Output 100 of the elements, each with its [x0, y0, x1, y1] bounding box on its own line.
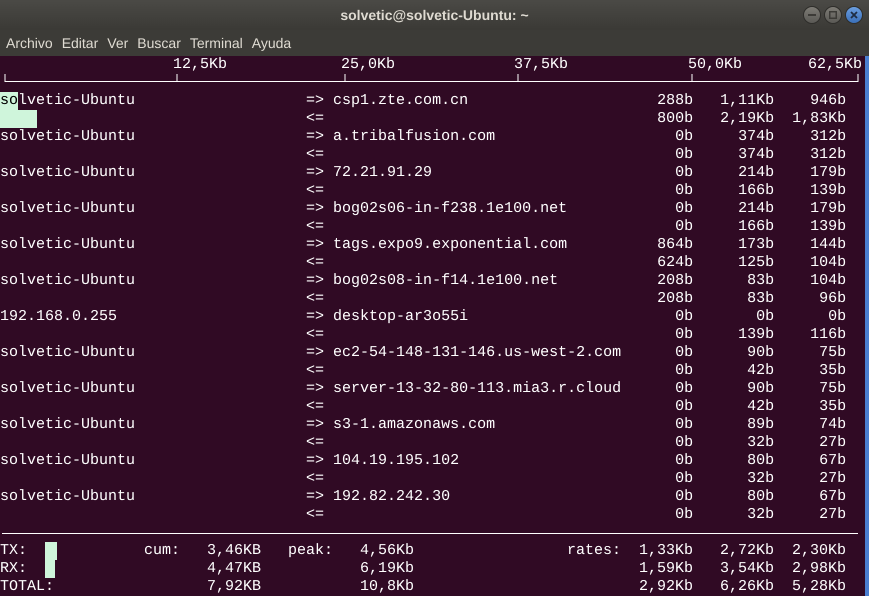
- rate-value: 3,54Kb: [720, 560, 774, 578]
- destination-host: desktop-ar3o55i: [333, 308, 468, 326]
- direction-arrow: <=: [306, 218, 324, 236]
- rate-value: 27b: [819, 434, 846, 452]
- menu-item[interactable]: Editar: [62, 32, 98, 54]
- menu-item[interactable]: Ayuda: [252, 32, 292, 54]
- rates-label: rates:: [567, 542, 622, 560]
- rate-value: 0b: [756, 308, 774, 326]
- direction-arrow: =>: [306, 236, 324, 254]
- rate-value: 42b: [747, 398, 774, 416]
- minimize-button[interactable]: [803, 6, 821, 24]
- scale-label: 37,5Kb: [514, 56, 568, 74]
- rate-value: 144b: [810, 236, 846, 254]
- rate-value: 1,33Kb: [639, 542, 694, 560]
- rate-value: 90b: [747, 344, 774, 362]
- direction-arrow: <=: [306, 506, 324, 524]
- destination-host: ec2-54-148-131-146.us-west-2.com: [333, 344, 622, 362]
- rate-value: 89b: [747, 416, 774, 434]
- destination-host: 72.21.91.29: [333, 164, 432, 182]
- rate-value: 0b: [675, 380, 694, 398]
- maximize-icon: [829, 11, 837, 19]
- rate-value: 864b: [657, 236, 694, 254]
- cum-value: 4,47KB: [207, 560, 262, 578]
- rate-value: 179b: [810, 200, 846, 218]
- host-name: solvetic-Ubuntu: [0, 452, 136, 470]
- host-name: solvetic-Ubuntu: [0, 380, 136, 398]
- menu-item[interactable]: Buscar: [137, 32, 181, 54]
- rate-value: 0b: [675, 128, 694, 146]
- scale-label: 62,5Kb: [808, 56, 862, 74]
- peak-value: 6,19Kb: [360, 560, 414, 578]
- rate-value: 0b: [675, 398, 694, 416]
- menu-item[interactable]: Archivo: [6, 32, 53, 54]
- menu-item[interactable]: Ver: [107, 32, 128, 54]
- direction-arrow: <=: [306, 254, 324, 272]
- rate-value: 80b: [747, 488, 774, 506]
- direction-arrow: <=: [306, 434, 324, 452]
- cum-value: 7,92KB: [207, 578, 262, 596]
- rate-value: 116b: [810, 326, 846, 344]
- rate-value: 139b: [810, 182, 846, 200]
- rate-value: 2,30Kb: [792, 542, 846, 560]
- direction-arrow: <=: [306, 398, 324, 416]
- direction-arrow: =>: [306, 344, 324, 362]
- rate-value: 374b: [738, 146, 774, 164]
- maximize-button[interactable]: [824, 6, 842, 24]
- direction-arrow: =>: [306, 452, 324, 470]
- rate-value: 0b: [675, 182, 694, 200]
- rate-value: 2,72Kb: [720, 542, 774, 560]
- host-name: solvetic-Ubuntu: [0, 128, 136, 146]
- rate-value: 0b: [675, 362, 694, 380]
- rate-value: 0b: [675, 452, 694, 470]
- destination-host: bog02s08-in-f14.1e100.net: [333, 272, 558, 290]
- rate-value: 2,92Kb: [639, 578, 694, 596]
- cum-label: cum:: [144, 542, 180, 560]
- rate-value: 946b: [810, 92, 846, 110]
- rate-value: 27b: [819, 470, 846, 488]
- rate-value: 166b: [738, 218, 774, 236]
- rate-value: 5,28Kb: [792, 578, 846, 596]
- destination-host: a.tribalfusion.com: [333, 128, 496, 146]
- rate-value: 0b: [675, 308, 694, 326]
- destination-host: s3-1.amazonaws.com: [333, 416, 496, 434]
- rate-value: 125b: [738, 254, 774, 272]
- rate-value: 32b: [747, 434, 774, 452]
- rate-value: 0b: [675, 344, 694, 362]
- rate-value: 214b: [738, 200, 774, 218]
- rate-value: 208b: [657, 272, 694, 290]
- rate-value: 0b: [675, 164, 694, 182]
- direction-arrow: =>: [306, 128, 324, 146]
- direction-arrow: =>: [306, 488, 324, 506]
- close-button[interactable]: [845, 6, 863, 24]
- peak-label: peak:: [288, 542, 334, 560]
- rate-value: 166b: [738, 182, 774, 200]
- rate-value: 32b: [747, 470, 774, 488]
- rate-value: 67b: [819, 452, 846, 470]
- rate-value: 27b: [819, 506, 846, 524]
- rate-value: 0b: [675, 506, 694, 524]
- rate-value: 83b: [747, 272, 774, 290]
- direction-arrow: =>: [306, 416, 324, 434]
- rate-value: 374b: [738, 128, 774, 146]
- window-title: solvetic@solvetic-Ubuntu: ~: [340, 6, 529, 24]
- rate-value: 75b: [819, 380, 846, 398]
- rate-value: 96b: [819, 290, 846, 308]
- host-name: solvetic-Ubuntu: [0, 236, 136, 254]
- rate-value: 139b: [810, 218, 846, 236]
- rate-value: 0b: [675, 146, 694, 164]
- rate-value: 32b: [747, 506, 774, 524]
- rate-value: 6,26Kb: [720, 578, 774, 596]
- peak-value: 10,8Kb: [360, 578, 414, 596]
- rate-value: 35b: [819, 362, 846, 380]
- rate-value: 0b: [675, 326, 694, 344]
- rate-value: 214b: [738, 164, 774, 182]
- menu-item[interactable]: Terminal: [190, 32, 243, 54]
- host-name: solvetic-Ubuntu: [0, 200, 136, 218]
- host-name: 192.168.0.255: [0, 308, 118, 326]
- direction-arrow: <=: [306, 182, 324, 200]
- direction-arrow: =>: [306, 308, 324, 326]
- host-name: solvetic-Ubuntu: [0, 344, 136, 362]
- total-label: TX:: [0, 542, 28, 560]
- host-name: solvetic-Ubuntu: [0, 416, 136, 434]
- rate-value: 0b: [675, 416, 694, 434]
- host-name: solvetic-Ubuntu: [0, 164, 136, 182]
